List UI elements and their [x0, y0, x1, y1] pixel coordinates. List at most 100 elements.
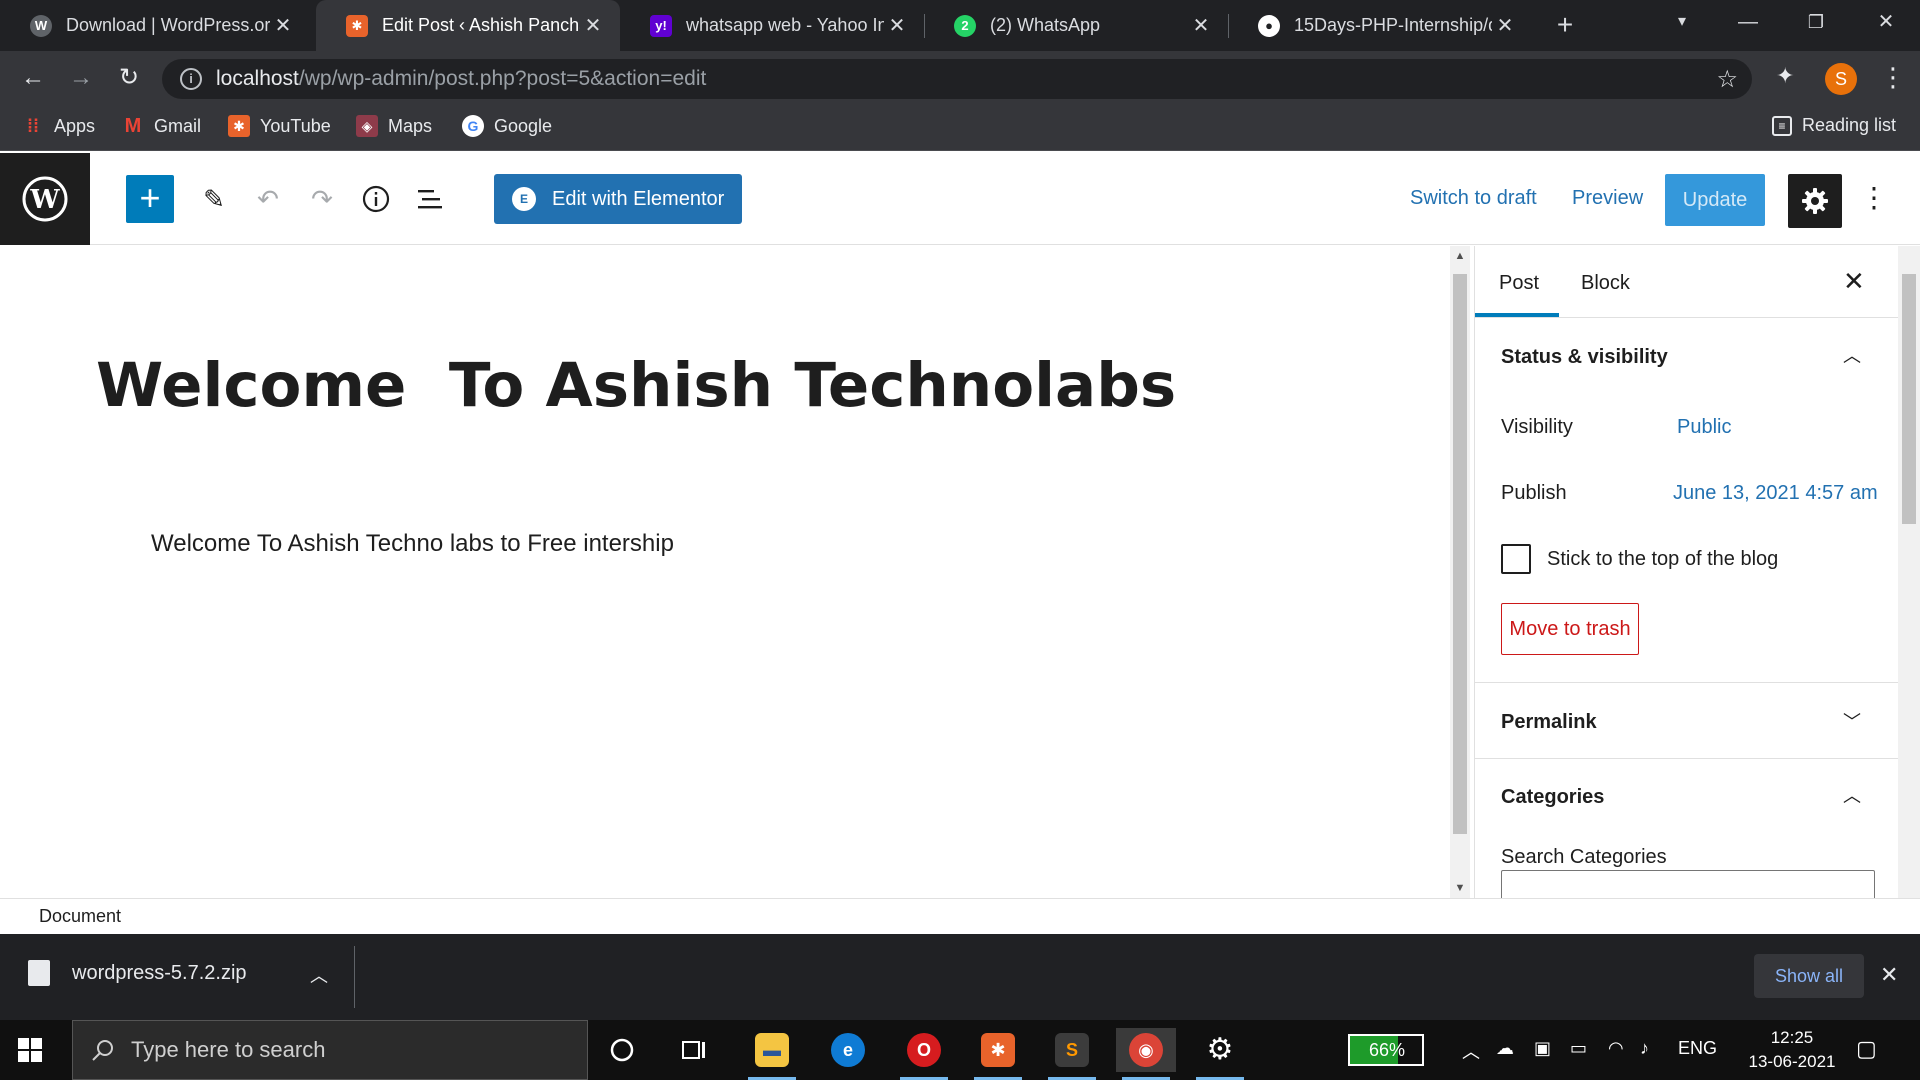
window-close-button[interactable]: ✕ — [1856, 0, 1916, 44]
info-icon[interactable] — [356, 179, 396, 219]
tab-title: whatsapp web - Yahoo India — [686, 15, 884, 35]
visibility-value-link[interactable]: Public — [1677, 416, 1731, 439]
close-icon[interactable]: ✕ — [884, 13, 910, 38]
site-info-icon[interactable]: i — [180, 68, 202, 90]
update-button[interactable]: Update — [1665, 174, 1765, 226]
add-block-button[interactable]: + — [126, 175, 174, 223]
battery-indicator[interactable]: 66% — [1348, 1034, 1424, 1066]
tray-overflow-chevron-icon[interactable]: ︿ — [1462, 1038, 1480, 1064]
back-button[interactable]: ← — [18, 63, 48, 93]
settings-gear-icon[interactable]: ⚙ — [1190, 1028, 1250, 1080]
volume-icon[interactable]: ♪ — [1640, 1038, 1649, 1059]
settings-button[interactable] — [1788, 174, 1842, 228]
power-icon[interactable]: ▭ — [1570, 1038, 1587, 1059]
file-explorer-icon[interactable]: ▬ — [742, 1028, 802, 1080]
github-icon: ● — [1258, 14, 1280, 37]
breadcrumb-document[interactable]: Document — [39, 906, 121, 927]
close-sidebar-icon[interactable]: ✕ — [1843, 266, 1865, 297]
taskbar-search-box[interactable]: Type here to search — [72, 1020, 588, 1080]
chrome-icon[interactable]: ◉ — [1116, 1028, 1176, 1080]
sublime-text-icon[interactable]: S — [1042, 1028, 1102, 1080]
bookmark-apps[interactable]: ⁞⁞ Apps — [22, 115, 95, 137]
system-clock[interactable]: 12:25 13-06-2021 — [1744, 1026, 1840, 1074]
sidebar-scrollbar[interactable] — [1898, 246, 1920, 898]
tab-edit-post[interactable]: ✱ Edit Post ‹ Ashish Panchal ✕ — [316, 0, 620, 51]
scrollbar-thumb[interactable] — [1902, 274, 1916, 524]
reading-list-button[interactable]: ≡ Reading list — [1772, 115, 1896, 136]
new-tab-button[interactable]: + — [1548, 8, 1582, 42]
move-to-trash-button[interactable]: Move to trash — [1501, 603, 1639, 655]
settings-sidebar: Post Block ✕ Status & visibility ︿ Visib… — [1474, 246, 1898, 898]
task-view-icon[interactable] — [664, 1028, 724, 1072]
notification-icon[interactable]: ▢ — [1856, 1036, 1877, 1062]
tab-wordpress-download[interactable]: W Download | WordPress.org ✕ — [0, 0, 310, 51]
bookmark-maps[interactable]: ◈ Maps — [356, 115, 432, 137]
close-icon[interactable]: ✕ — [1492, 13, 1518, 38]
more-options-icon[interactable]: ⋮ — [1860, 181, 1888, 214]
tab-post[interactable]: Post — [1499, 272, 1539, 295]
windows-start-icon[interactable] — [18, 1038, 42, 1062]
wordpress-logo[interactable]: W — [0, 153, 90, 245]
profile-avatar[interactable]: S — [1825, 63, 1857, 95]
tab-search-button[interactable]: ▾ — [1652, 0, 1712, 44]
redo-icon[interactable]: ↷ — [302, 179, 342, 219]
publish-date-link[interactable]: June 13, 2021 4:57 am — [1673, 482, 1878, 505]
battery-percent: 66% — [1368, 1039, 1406, 1060]
cortana-icon[interactable] — [592, 1028, 652, 1072]
edge-icon[interactable]: e — [818, 1028, 878, 1072]
scroll-down-arrow-icon[interactable]: ▼ — [1450, 882, 1470, 894]
forward-button[interactable]: → — [66, 63, 96, 93]
list-view-icon[interactable] — [410, 179, 450, 219]
bookmark-gmail[interactable]: M Gmail — [122, 115, 201, 137]
canvas-scrollbar[interactable]: ▲ ▼ — [1450, 246, 1470, 898]
minimize-button[interactable]: — — [1718, 0, 1778, 44]
xampp-icon[interactable]: ✱ — [968, 1028, 1028, 1080]
tab-github[interactable]: ● 15Days-PHP-Internship/d ✕ — [1228, 0, 1532, 51]
pencil-icon[interactable]: ✎ — [194, 179, 234, 219]
download-item[interactable]: wordpress-5.7.2.zip — [28, 960, 247, 986]
sticky-checkbox[interactable] — [1501, 544, 1531, 574]
opera-icon[interactable]: O — [894, 1028, 954, 1080]
edit-with-elementor-button[interactable]: E Edit with Elementor — [494, 174, 742, 224]
close-icon[interactable]: ✕ — [270, 13, 296, 38]
bookmark-google[interactable]: G Google — [462, 115, 552, 137]
bookmark-star-icon[interactable]: ☆ — [1716, 65, 1738, 94]
chevron-up-icon[interactable]: ︿ — [310, 962, 328, 988]
scrollbar-thumb[interactable] — [1453, 274, 1467, 834]
chevron-up-icon[interactable]: ︿ — [1843, 782, 1861, 808]
reload-button[interactable]: ↻ — [114, 63, 144, 93]
sticky-label[interactable]: Stick to the top of the blog — [1547, 548, 1778, 571]
restore-button[interactable]: ❐ — [1786, 0, 1846, 44]
close-icon[interactable]: ✕ — [1880, 962, 1898, 988]
undo-icon[interactable]: ↶ — [248, 179, 288, 219]
close-icon[interactable]: ✕ — [1188, 13, 1214, 38]
post-title[interactable]: Welcome To Ashish Technolabs — [96, 350, 1176, 421]
windows-security-icon[interactable]: ▣ — [1534, 1038, 1551, 1059]
extensions-icon[interactable]: ✦ — [1776, 63, 1794, 89]
search-categories-input[interactable] — [1501, 870, 1875, 898]
xampp-icon: ✱ — [346, 14, 368, 37]
show-all-button[interactable]: Show all — [1754, 954, 1864, 998]
browser-menu-icon[interactable]: ⋮ — [1880, 62, 1906, 93]
scroll-up-arrow-icon[interactable]: ▲ — [1450, 250, 1470, 262]
status-visibility-panel-toggle[interactable]: Status & visibility — [1501, 346, 1668, 369]
tab-block[interactable]: Block — [1581, 272, 1630, 295]
browser-toolbar: ← → ↻ i localhost/wp/wp-admin/post.php?p… — [0, 51, 1920, 105]
chevron-down-icon[interactable]: ﹀ — [1843, 708, 1861, 734]
onedrive-icon[interactable]: ☁ — [1496, 1038, 1514, 1059]
tab-whatsapp[interactable]: 2 (2) WhatsApp ✕ — [924, 0, 1228, 51]
paragraph-block[interactable]: Welcome To Ashish Techno labs to Free in… — [151, 530, 674, 558]
wifi-icon[interactable]: ◠ — [1608, 1038, 1624, 1059]
clock-date: 13-06-2021 — [1748, 1052, 1836, 1071]
address-bar[interactable]: i localhost/wp/wp-admin/post.php?post=5&… — [162, 59, 1752, 99]
bookmarks-bar: ⁞⁞ Apps M Gmail ✱ YouTube ◈ Maps G Googl… — [0, 105, 1920, 151]
categories-panel-toggle[interactable]: Categories — [1501, 786, 1604, 809]
bookmark-youtube[interactable]: ✱ YouTube — [228, 115, 331, 137]
switch-to-draft-button[interactable]: Switch to draft — [1410, 187, 1537, 210]
language-indicator[interactable]: ENG — [1678, 1038, 1717, 1059]
chevron-up-icon[interactable]: ︿ — [1843, 342, 1861, 368]
preview-button[interactable]: Preview — [1572, 187, 1643, 210]
permalink-panel-toggle[interactable]: Permalink — [1501, 711, 1597, 734]
close-icon[interactable]: ✕ — [580, 13, 606, 38]
tab-yahoo[interactable]: y! whatsapp web - Yahoo India ✕ — [620, 0, 924, 51]
